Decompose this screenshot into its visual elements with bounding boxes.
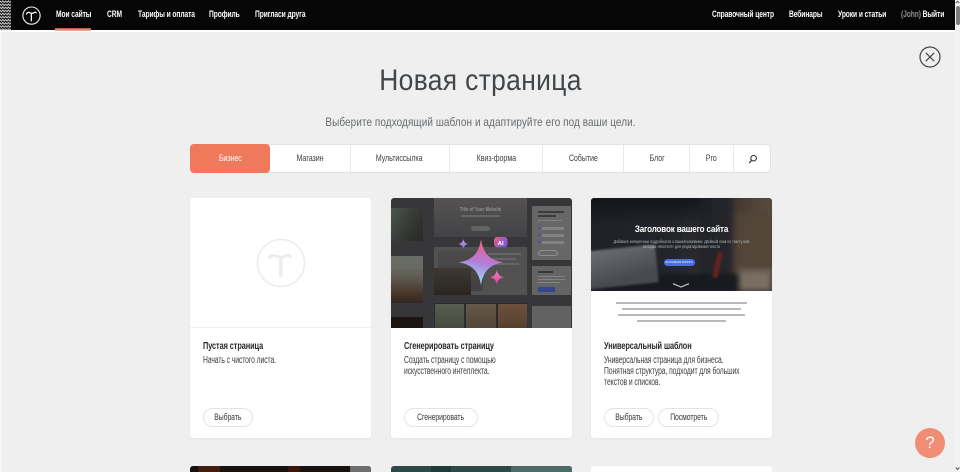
svg-text:AI: AI: [498, 241, 504, 247]
